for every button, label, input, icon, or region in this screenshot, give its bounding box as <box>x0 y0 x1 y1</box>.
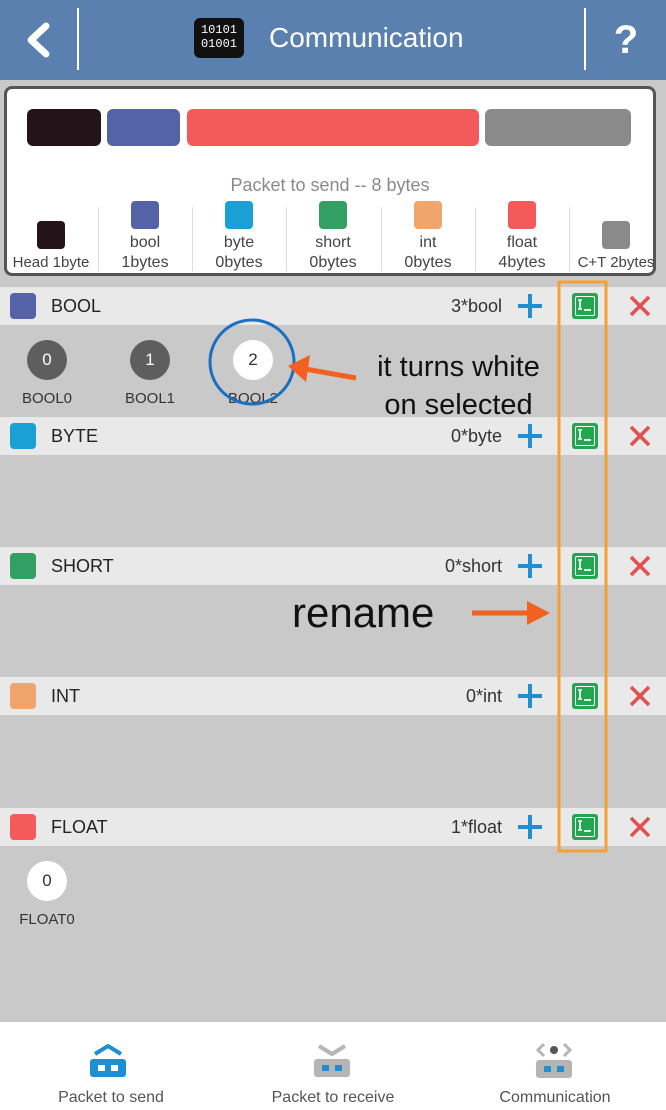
selection-highlight-circle <box>208 318 296 406</box>
bottom-tab-bar: Packet to send Packet to receive Communi… <box>0 1022 666 1110</box>
selected-arrow-line <box>304 366 357 381</box>
annotation-overlay <box>208 280 608 853</box>
rename-column-highlight <box>557 280 608 853</box>
tab-packet-receive[interactable]: Packet to receive <box>222 1022 444 1110</box>
packet-send-icon <box>90 1044 126 1077</box>
tab-label: Packet to receive <box>271 1089 395 1106</box>
tab-packet-send[interactable]: Packet to send <box>0 1022 222 1110</box>
rename-arrow-head <box>527 601 550 625</box>
tab-label: Communication <box>499 1089 611 1106</box>
selected-note: it turns white on selected <box>377 351 540 421</box>
tab-label: Packet to send <box>58 1089 164 1106</box>
tab-communication[interactable]: Communication <box>444 1022 666 1110</box>
communication-icon <box>535 1042 573 1078</box>
rename-note: rename <box>292 589 435 636</box>
packet-receive-icon <box>314 1044 350 1077</box>
